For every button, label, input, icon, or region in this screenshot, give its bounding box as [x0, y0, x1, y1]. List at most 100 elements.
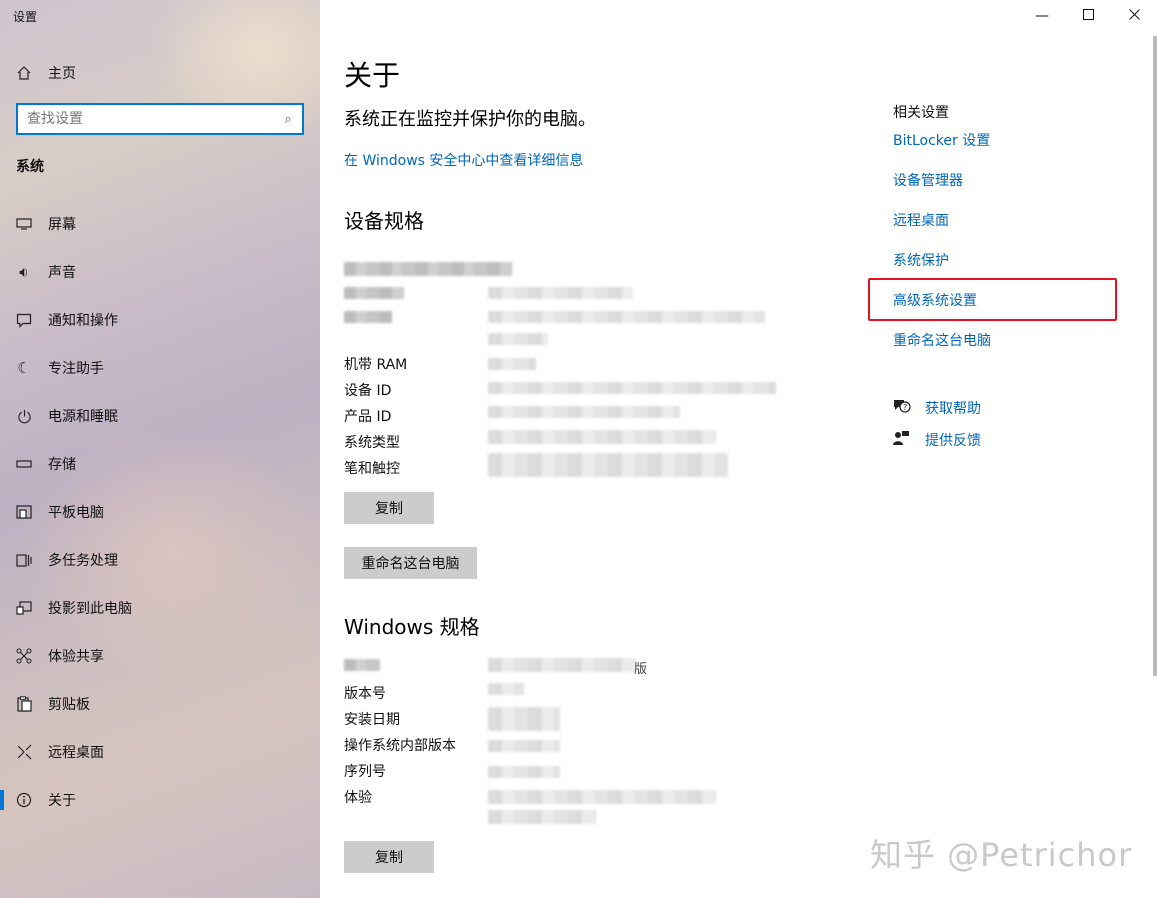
sidebar-nav: 屏幕 🔉︎ 声音 通知和操作 ☾ 专注助手 电源和睡眠 存储 平板电脑 多任务处 — [0, 200, 320, 824]
redacted-label — [344, 659, 380, 671]
get-help-link[interactable]: ? 获取帮助 — [893, 398, 981, 418]
version-label: 版本号 — [344, 686, 386, 702]
sidebar-item-sound[interactable]: 🔉︎ 声音 — [0, 248, 320, 296]
sidebar-item-display[interactable]: 屏幕 — [0, 200, 320, 248]
app-title: 设置 — [13, 10, 38, 24]
monitor-icon — [0, 217, 48, 231]
sidebar-item-about[interactable]: 关于 — [0, 776, 320, 824]
serial-label: 序列号 — [344, 764, 386, 780]
window-controls: — — [1019, 0, 1157, 32]
main-content: 关于 系统正在监控并保护你的电脑。 在 Windows 安全中心中查看详细信息 … — [320, 0, 1157, 898]
redacted-value — [488, 430, 716, 444]
close-icon — [1128, 8, 1140, 24]
sidebar-item-label: 专注助手 — [48, 361, 104, 377]
feedback-label: 提供反馈 — [925, 433, 981, 449]
redacted-value — [488, 790, 716, 804]
redacted-value — [488, 358, 536, 370]
close-button[interactable] — [1111, 0, 1157, 32]
watermark: 知乎 @Petrichor — [870, 836, 1133, 874]
redacted-value — [488, 382, 776, 394]
system-type-label: 系统类型 — [344, 435, 400, 451]
sidebar-item-label: 体验共享 — [48, 649, 104, 665]
remote-desktop-link[interactable]: 远程桌面 — [893, 210, 949, 230]
home-icon — [0, 65, 48, 81]
section-header: 系统 — [16, 159, 44, 175]
sidebar-item-label: 关于 — [48, 793, 76, 809]
search-box[interactable]: ⌕ — [16, 103, 304, 135]
sidebar-item-focus[interactable]: ☾ 专注助手 — [0, 344, 320, 392]
sidebar-item-share[interactable]: 体验共享 — [0, 632, 320, 680]
svg-text:?: ? — [903, 403, 907, 412]
advanced-system-settings-link[interactable]: 高级系统设置 — [893, 290, 977, 310]
device-manager-link[interactable]: 设备管理器 — [893, 170, 963, 190]
moon-icon: ☾ — [17, 359, 31, 377]
sidebar-item-label: 通知和操作 — [48, 313, 118, 329]
sidebar-item-clipboard[interactable]: 剪贴板 — [0, 680, 320, 728]
sidebar-item-label: 屏幕 — [48, 217, 76, 233]
copy-windows-specs-button[interactable]: 复制 — [344, 841, 434, 873]
redacted-value — [488, 740, 560, 752]
feedback-link[interactable]: 提供反馈 — [893, 430, 981, 450]
rename-pc-link[interactable]: 重命名这台电脑 — [893, 330, 991, 350]
notification-icon — [0, 313, 48, 328]
get-help-label: 获取帮助 — [925, 401, 981, 417]
redacted-value — [488, 311, 765, 323]
maximize-button[interactable] — [1065, 0, 1111, 32]
project-icon — [0, 600, 48, 616]
sidebar-home[interactable]: 主页 — [0, 60, 320, 86]
sidebar-item-remote[interactable]: 远程桌面 — [0, 728, 320, 776]
sidebar-item-label: 投影到此电脑 — [48, 601, 132, 617]
bitlocker-link[interactable]: BitLocker 设置 — [893, 130, 990, 150]
sidebar-home-label: 主页 — [48, 66, 76, 82]
redacted-value — [488, 683, 524, 695]
minimize-button[interactable]: — — [1019, 0, 1065, 32]
redacted-value — [488, 810, 596, 824]
redacted-value — [488, 333, 548, 345]
device-specs-heading: 设备规格 — [344, 209, 424, 233]
sidebar-item-label: 剪贴板 — [48, 697, 90, 713]
system-protection-link[interactable]: 系统保护 — [893, 250, 949, 270]
sidebar-item-label: 多任务处理 — [48, 553, 118, 569]
install-date-label: 安装日期 — [344, 712, 400, 728]
redacted-device-name — [344, 262, 512, 276]
feedback-icon — [893, 430, 925, 450]
copy-device-specs-button[interactable]: 复制 — [344, 492, 434, 524]
redacted-value — [488, 707, 560, 731]
windows-specs-heading: Windows 规格 — [344, 615, 480, 639]
sidebar-item-notifications[interactable]: 通知和操作 — [0, 296, 320, 344]
search-input[interactable] — [18, 105, 274, 133]
redacted-value — [488, 658, 636, 672]
page-title: 关于 — [344, 59, 401, 92]
redacted-value — [488, 406, 680, 418]
multitask-icon — [0, 553, 48, 568]
info-icon — [0, 792, 48, 808]
edition-suffix: 版 — [634, 662, 648, 677]
redacted-label — [344, 311, 392, 323]
sidebar-item-storage[interactable]: 存储 — [0, 440, 320, 488]
minimize-icon: — — [1035, 8, 1049, 24]
product-id-label: 产品 ID — [344, 409, 392, 425]
redacted-value — [488, 453, 728, 477]
help-chat-icon: ? — [893, 398, 925, 418]
experience-label: 体验 — [344, 790, 372, 806]
rename-pc-button[interactable]: 重命名这台电脑 — [344, 547, 477, 579]
search-icon[interactable]: ⌕ — [274, 112, 302, 127]
sidebar: 设置 主页 ⌕ 系统 屏幕 🔉︎ 声音 通知和操作 ☾ 专注助手 电源和睡眠 — [0, 0, 320, 898]
sidebar-item-tablet[interactable]: 平板电脑 — [0, 488, 320, 536]
sidebar-item-label: 远程桌面 — [48, 745, 104, 761]
sound-icon: 🔉︎ — [19, 263, 29, 281]
share-icon — [0, 648, 48, 664]
protection-status: 系统正在监控并保护你的电脑。 — [344, 109, 596, 130]
sidebar-item-power[interactable]: 电源和睡眠 — [0, 392, 320, 440]
sidebar-item-multitask[interactable]: 多任务处理 — [0, 536, 320, 584]
remote-icon — [0, 744, 48, 760]
sidebar-item-label: 电源和睡眠 — [48, 409, 118, 425]
sidebar-item-project[interactable]: 投影到此电脑 — [0, 584, 320, 632]
redacted-value — [488, 287, 633, 299]
scrollbar[interactable] — [1153, 36, 1157, 676]
clipboard-icon — [0, 696, 48, 712]
device-id-label: 设备 ID — [344, 383, 392, 399]
security-center-link[interactable]: 在 Windows 安全中心中查看详细信息 — [344, 150, 583, 170]
sidebar-item-label: 平板电脑 — [48, 505, 104, 521]
redacted-label — [344, 287, 404, 299]
